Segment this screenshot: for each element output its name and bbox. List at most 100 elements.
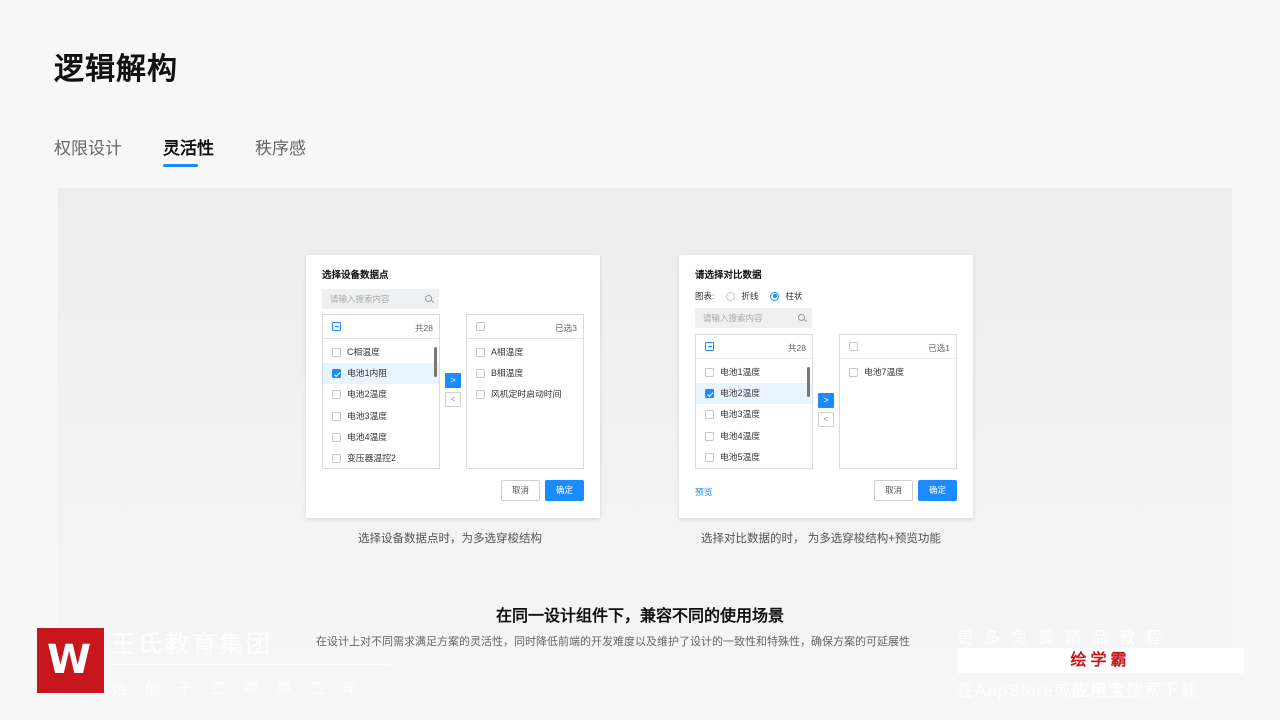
watermark-promo-top: 更多免费精品教程 bbox=[957, 630, 1174, 647]
search-placeholder: 请输入搜索内容 bbox=[330, 294, 390, 304]
item-checkbox[interactable] bbox=[332, 453, 341, 463]
item-checkbox[interactable] bbox=[705, 431, 714, 441]
move-right-button[interactable]: > bbox=[818, 393, 834, 408]
select-all-checkbox[interactable] bbox=[705, 342, 714, 351]
list-item[interactable]: 电池3温度 bbox=[323, 406, 439, 427]
compare-data-dialog: 请选择对比数据 图表: 折线 柱状 请输入搜索内容 共28 电池1温度 电池2温… bbox=[679, 255, 973, 518]
list-item[interactable]: 电池1温度 bbox=[696, 362, 812, 383]
cancel-button[interactable]: 取消 bbox=[501, 480, 540, 501]
right-caption: 选择对比数据的时， 为多选穿梭结构+预览功能 bbox=[701, 533, 941, 545]
promo-text: 搜索下载 bbox=[1125, 681, 1198, 700]
item-checkbox[interactable] bbox=[705, 368, 714, 377]
watermark-brand-sub: 始创于二零零二年 bbox=[111, 681, 376, 698]
item-label: A相温度 bbox=[491, 347, 524, 357]
tab-bar: 权限设计 灵活性 秩序感 bbox=[54, 134, 306, 167]
list-item[interactable]: B相温度 bbox=[467, 363, 583, 384]
search-input[interactable]: 请输入搜索内容 bbox=[695, 308, 812, 328]
item-checkbox[interactable] bbox=[476, 390, 485, 400]
showcase-stage bbox=[58, 188, 1232, 648]
brand-logo: W bbox=[37, 628, 104, 693]
item-checkbox[interactable] bbox=[332, 411, 341, 421]
source-count: 共28 bbox=[788, 343, 806, 353]
list-item[interactable]: A相温度 bbox=[467, 342, 583, 363]
item-label: 电池2温度 bbox=[720, 388, 761, 399]
watermark-promo-app: 绘学霸 bbox=[957, 648, 1244, 673]
search-placeholder: 请输入搜索内容 bbox=[703, 313, 763, 323]
selected-count: 已选3 bbox=[555, 323, 577, 333]
move-left-button[interactable]: < bbox=[818, 412, 834, 427]
item-label: C相温度 bbox=[347, 347, 380, 357]
item-label: 电池2温度 bbox=[347, 389, 388, 400]
list-item[interactable]: 电池3温度 bbox=[696, 404, 812, 425]
list-item[interactable]: 电池4温度 bbox=[696, 426, 812, 447]
radio-bar[interactable] bbox=[770, 291, 780, 301]
list-item[interactable]: 变压器温控2 bbox=[323, 448, 439, 468]
list-item[interactable]: 电池7温度 bbox=[840, 362, 956, 383]
dialog-title: 选择设备数据点 bbox=[322, 270, 389, 281]
left-caption: 选择设备数据点时，为多选穿梭结构 bbox=[358, 533, 542, 545]
list-item[interactable]: 电池1内阻 bbox=[323, 363, 439, 385]
tab-permission-design[interactable]: 权限设计 bbox=[54, 134, 122, 167]
move-left-button[interactable]: < bbox=[445, 392, 461, 407]
item-checkbox[interactable] bbox=[705, 452, 714, 462]
source-list-panel: 共28 C相温度 电池1内阻 电池2温度 电池3温度 电池4温度 变压器温控2 bbox=[322, 314, 440, 469]
tab-flexibility[interactable]: 灵活性 bbox=[163, 134, 214, 167]
item-label: 风机定时启动时间 bbox=[491, 389, 562, 400]
item-checkbox[interactable] bbox=[332, 390, 341, 400]
promo-text-bold: 应用宝 bbox=[1071, 681, 1126, 700]
item-checkbox[interactable] bbox=[476, 369, 485, 379]
list-item[interactable]: 电池4温度 bbox=[323, 427, 439, 448]
item-label: B相温度 bbox=[491, 368, 524, 379]
preview-link[interactable]: 预览 bbox=[695, 485, 713, 498]
move-right-button[interactable]: > bbox=[445, 373, 461, 388]
source-count: 共28 bbox=[415, 323, 433, 333]
tab-order[interactable]: 秩序感 bbox=[255, 134, 306, 167]
page-title: 逻辑解构 bbox=[54, 53, 178, 86]
item-label: 电池1内阻 bbox=[347, 368, 388, 379]
source-list-panel: 共28 电池1温度 电池2温度 电池3温度 电池4温度 电池5温度 bbox=[695, 334, 813, 469]
item-label: 电池4温度 bbox=[720, 430, 761, 441]
item-label: 电池1温度 bbox=[720, 367, 761, 377]
radio-line[interactable] bbox=[726, 291, 736, 301]
item-label: 电池3温度 bbox=[720, 409, 761, 420]
item-checkbox[interactable] bbox=[705, 389, 714, 399]
source-list-header: 共28 bbox=[323, 315, 439, 339]
scrollbar[interactable] bbox=[434, 347, 437, 377]
list-item[interactable]: C相温度 bbox=[323, 342, 439, 363]
device-datapoint-dialog: 选择设备数据点 请输入搜索内容 共28 C相温度 电池1内阻 电池2温度 电池3… bbox=[306, 255, 600, 518]
confirm-button[interactable]: 确定 bbox=[545, 480, 584, 501]
list-item[interactable]: 电池5温度 bbox=[696, 447, 812, 468]
item-label: 变压器温控2 bbox=[347, 452, 396, 463]
item-checkbox[interactable] bbox=[705, 410, 714, 420]
list-item[interactable]: 电池2温度 bbox=[696, 383, 812, 405]
target-list-panel: 已选1 电池7温度 bbox=[839, 334, 957, 469]
cancel-button[interactable]: 取消 bbox=[874, 480, 913, 501]
target-list-header: 已选3 bbox=[467, 315, 583, 339]
dialog-title: 请选择对比数据 bbox=[695, 270, 762, 281]
search-icon bbox=[798, 314, 805, 321]
chart-type-label: 图表: bbox=[695, 291, 715, 301]
item-checkbox[interactable] bbox=[849, 368, 858, 377]
chart-type-selector: 图表: 折线 柱状 bbox=[695, 290, 802, 302]
promo-text: 在AppStore或 bbox=[957, 681, 1072, 700]
radio-line-label[interactable]: 折线 bbox=[741, 290, 758, 302]
search-input[interactable]: 请输入搜索内容 bbox=[322, 289, 439, 309]
select-all-checkbox[interactable] bbox=[332, 322, 341, 331]
selected-count: 已选1 bbox=[928, 343, 950, 353]
item-checkbox[interactable] bbox=[332, 369, 341, 379]
item-label: 电池7温度 bbox=[864, 367, 905, 377]
item-checkbox[interactable] bbox=[476, 348, 485, 357]
item-checkbox[interactable] bbox=[332, 432, 341, 442]
section-headline: 在同一设计组件下，兼容不同的使用场景 bbox=[495, 608, 784, 625]
select-all-checkbox[interactable] bbox=[476, 322, 485, 331]
list-item[interactable]: 风机定时启动时间 bbox=[467, 384, 583, 405]
scrollbar[interactable] bbox=[807, 367, 810, 397]
radio-bar-label[interactable]: 柱状 bbox=[785, 290, 802, 302]
confirm-button[interactable]: 确定 bbox=[918, 480, 957, 501]
target-list-panel: 已选3 A相温度 B相温度 风机定时启动时间 bbox=[466, 314, 584, 469]
item-checkbox[interactable] bbox=[332, 348, 341, 357]
select-all-checkbox[interactable] bbox=[849, 342, 858, 351]
list-item[interactable]: 电池2温度 bbox=[323, 384, 439, 405]
watermark-promo-bottom: 在AppStore或应用宝搜索下载 bbox=[957, 676, 1198, 701]
section-description: 在设计上对不同需求满足方案的灵活性，同时降低前端的开发难度以及维护了设计的一致性… bbox=[316, 636, 910, 648]
